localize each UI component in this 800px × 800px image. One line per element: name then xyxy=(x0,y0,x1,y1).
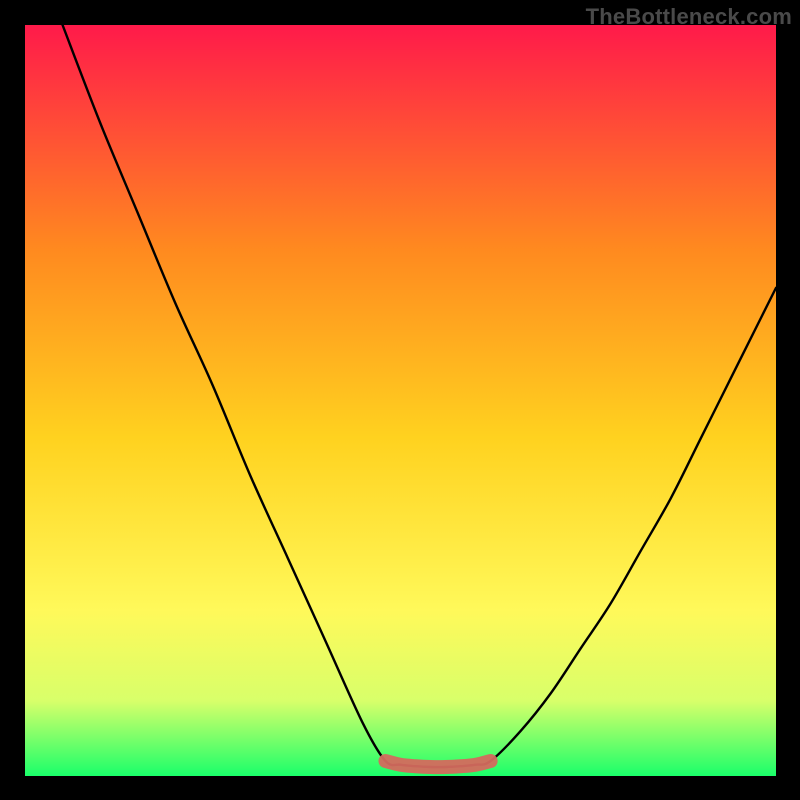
chart-frame xyxy=(25,25,776,776)
gradient-background xyxy=(25,25,776,776)
plot-svg xyxy=(25,25,776,776)
accent-valley xyxy=(385,761,490,767)
